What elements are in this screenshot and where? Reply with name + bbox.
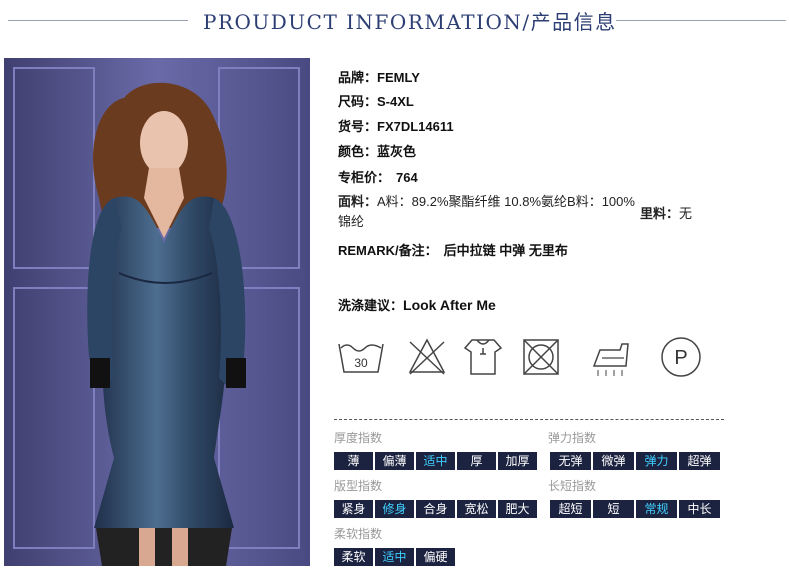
wash-label: 洗涤建议： [338,298,404,313]
price-row: 专柜价： 764 [338,167,418,186]
sku-label: 货号： [338,119,378,134]
fit-option: 修身 [375,500,414,518]
dry-clean-letter: P [674,347,687,369]
hang-dry-icon [462,336,504,382]
length-option: 常规 [636,500,677,518]
dry-clean-p-icon: P [658,336,704,382]
sku-row: 货号：FX7DL14611 [338,116,454,135]
brand-label: 品牌： [338,70,378,85]
wash-value: Look After Me [403,297,496,313]
thickness-option: 薄 [334,452,373,470]
fit-option: 宽松 [457,500,496,518]
fabric-label: 面料： [338,194,378,209]
thickness-label: 厚度指数 [334,431,383,445]
remark-value: 后中拉链 中弹 无里布 [443,243,568,258]
fabric-text: 面料：A料：89.2%聚酯纤维 10.8%氨纶B料：100%锦纶 [338,192,638,232]
elasticity-option: 微弹 [593,452,634,470]
wash-temp: 30 [354,356,368,370]
fit-option: 合身 [416,500,455,518]
wash-row: 洗涤建议：Look After Me [338,295,496,314]
size-value: S-4XL [377,94,414,109]
color-value: 蓝灰色 [377,144,417,159]
remark-row: REMARK/备注： 后中拉链 中弹 无里布 [338,240,568,259]
no-tumble-dry-icon [520,336,562,382]
lining-label: 里料： [640,206,680,221]
softness-option: 偏硬 [416,548,455,566]
header-line-left [8,20,188,21]
divider [334,419,724,420]
lining-text: 里料：无 [640,203,692,222]
fabric-value: A料：89.2%聚酯纤维 10.8%氨纶B料：100%锦纶 [338,194,635,229]
price-value: 764 [396,170,418,185]
header-line-right [616,20,786,21]
price-label: 专柜价： [338,170,391,185]
elasticity-label: 弹力指数 [548,431,597,445]
brand-row: 品牌：FEMLY [338,67,420,86]
softness-option: 柔软 [334,548,373,566]
length-option: 中长 [679,500,720,518]
color-label: 颜色： [338,144,378,159]
remark-label: REMARK/备注： [338,243,438,258]
size-row: 尺码：S-4XL [338,91,414,110]
thickness-option: 偏薄 [375,452,414,470]
elasticity-option: 超弹 [679,452,720,470]
thickness-option: 适中 [416,452,455,470]
elasticity-option: 弹力 [636,452,677,470]
wash-30-icon: 30 [336,336,386,382]
length-option: 超短 [550,500,591,518]
thickness-option: 加厚 [498,452,537,470]
thickness-option: 厚 [457,452,496,470]
brand-value: FEMLY [377,70,420,85]
softness-label: 柔软指数 [334,527,383,541]
size-label: 尺码： [338,94,378,109]
sku-value: FX7DL14611 [377,119,454,134]
iron-icon [590,336,634,382]
softness-option: 适中 [375,548,414,566]
fit-option: 肥大 [498,500,537,518]
page-title: PROUDUCT INFORMATION/产品信息 [203,10,617,34]
lining-value: 无 [679,206,693,221]
color-row: 颜色：蓝灰色 [338,141,416,160]
no-bleach-icon [406,336,448,382]
fit-label: 版型指数 [334,479,383,493]
fit-option: 紧身 [334,500,373,518]
length-label: 长短指数 [548,479,597,493]
length-option: 短 [593,500,634,518]
elasticity-option: 无弹 [550,452,591,470]
product-photo [4,58,310,566]
